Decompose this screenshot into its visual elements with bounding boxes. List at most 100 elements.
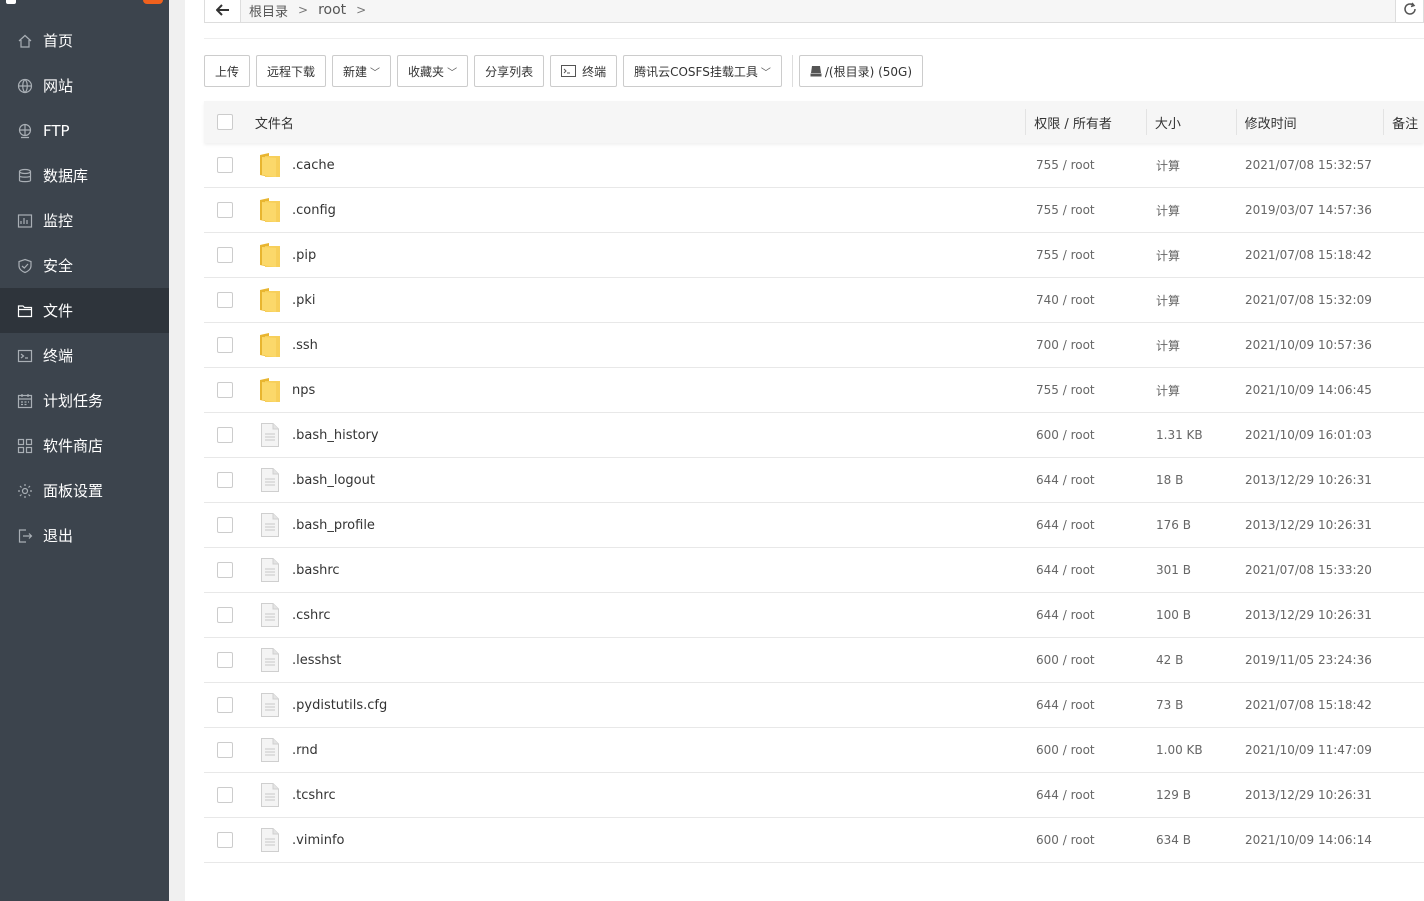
terminal-button[interactable]: 终端 <box>550 55 618 87</box>
calc-size-link[interactable]: 计算 <box>1148 202 1237 219</box>
file-perm[interactable]: 600 / root <box>1028 653 1148 667</box>
file-name[interactable]: .tcshrc <box>292 788 336 803</box>
row-checkbox[interactable] <box>217 157 233 173</box>
table-row[interactable]: .bash_profile 644 / root 176 B 2013/12/29 1… <box>204 503 1424 548</box>
cosfs-dropdown-button[interactable]: 腾讯云COSFS挂载工具 ﹀ <box>623 55 782 87</box>
row-checkbox[interactable] <box>217 292 233 308</box>
sidebar-item-1[interactable]: 网站 <box>0 63 169 108</box>
table-row[interactable]: .rnd 600 / root 1.00 KB 2021/10/09 11:47:09 <box>204 728 1424 773</box>
row-checkbox[interactable] <box>217 247 233 263</box>
file-name[interactable]: nps <box>292 383 315 398</box>
file-perm[interactable]: 644 / root <box>1028 563 1148 577</box>
table-row[interactable]: .config 755 / root 计算 2019/03/07 14:57:36 <box>204 188 1424 233</box>
refresh-button[interactable] <box>1395 0 1423 22</box>
sidebar-item-2[interactable]: FTP <box>0 108 169 153</box>
file-name[interactable]: .config <box>292 203 336 218</box>
file-perm[interactable]: 600 / root <box>1028 428 1148 442</box>
row-checkbox[interactable] <box>217 202 233 218</box>
row-checkbox[interactable] <box>217 382 233 398</box>
file-name[interactable]: .pydistutils.cfg <box>292 698 387 713</box>
select-all-checkbox[interactable] <box>216 114 233 130</box>
calc-size-link[interactable]: 计算 <box>1148 157 1237 174</box>
sidebar-item-3[interactable]: 数据库 <box>0 153 169 198</box>
row-checkbox[interactable] <box>217 742 233 758</box>
row-checkbox[interactable] <box>217 337 233 353</box>
sidebar-item-0[interactable]: 首页 <box>0 18 169 63</box>
file-name[interactable]: .ssh <box>292 338 318 353</box>
file-perm[interactable]: 644 / root <box>1028 698 1148 712</box>
breadcrumb-root-dir[interactable]: root <box>318 2 346 18</box>
row-checkbox[interactable] <box>217 652 233 668</box>
sidebar-item-5[interactable]: 安全 <box>0 243 169 288</box>
upload-button[interactable]: 上传 <box>204 55 251 87</box>
calc-size-link[interactable]: 计算 <box>1148 292 1237 309</box>
sidebar-item-10[interactable]: 面板设置 <box>0 468 169 513</box>
file-name[interactable]: .viminfo <box>292 833 344 848</box>
row-checkbox[interactable] <box>217 607 233 623</box>
table-row[interactable]: .ssh 700 / root 计算 2021/10/09 10:57:36 <box>204 323 1424 368</box>
row-checkbox[interactable] <box>217 787 233 803</box>
table-row[interactable]: .tcshrc 644 / root 129 B 2013/12/29 10:26:3… <box>204 773 1424 818</box>
disk-button[interactable]: /(根目录) (50G) <box>798 55 924 87</box>
table-row[interactable]: .cshrc 644 / root 100 B 2013/12/29 10:26:31 <box>204 593 1424 638</box>
breadcrumb-root[interactable]: 根目录 <box>249 1 288 20</box>
calc-size-link[interactable]: 计算 <box>1148 382 1237 399</box>
new-dropdown-button[interactable]: 新建 ﹀ <box>332 55 392 87</box>
file-perm[interactable]: 755 / root <box>1028 383 1148 397</box>
file-perm[interactable]: 644 / root <box>1028 518 1148 532</box>
header-mtime[interactable]: 修改时间 <box>1237 113 1384 132</box>
row-checkbox[interactable] <box>217 697 233 713</box>
favorites-dropdown-button[interactable]: 收藏夹 ﹀ <box>397 55 469 87</box>
table-row[interactable]: .viminfo 600 / root 634 B 2021/10/09 14:06:… <box>204 818 1424 863</box>
file-perm[interactable]: 740 / root <box>1028 293 1148 307</box>
remote-download-button[interactable]: 远程下载 <box>256 55 327 87</box>
table-row[interactable]: .pydistutils.cfg 644 / root 73 B 2021/07/08… <box>204 683 1424 728</box>
file-perm[interactable]: 600 / root <box>1028 743 1148 757</box>
row-checkbox[interactable] <box>217 472 233 488</box>
sidebar-item-9[interactable]: 软件商店 <box>0 423 169 468</box>
table-row[interactable]: .cache 755 / root 计算 2021/07/08 15:32:57 <box>204 143 1424 188</box>
header-size[interactable]: 大小 <box>1147 113 1236 132</box>
header-perm[interactable]: 权限 / 所有者 <box>1026 113 1146 132</box>
file-name[interactable]: .cshrc <box>292 608 331 623</box>
back-button[interactable] <box>205 0 241 22</box>
file-perm[interactable]: 600 / root <box>1028 833 1148 847</box>
file-name[interactable]: .rnd <box>292 743 318 758</box>
sidebar-item-7[interactable]: 终端 <box>0 333 169 378</box>
notification-badge[interactable] <box>143 0 163 4</box>
file-perm[interactable]: 644 / root <box>1028 473 1148 487</box>
row-checkbox[interactable] <box>217 832 233 848</box>
table-row[interactable]: .bash_history 600 / root 1.31 KB 2021/10/09… <box>204 413 1424 458</box>
row-checkbox[interactable] <box>217 427 233 443</box>
file-perm[interactable]: 755 / root <box>1028 203 1148 217</box>
share-list-button[interactable]: 分享列表 <box>474 55 545 87</box>
calc-size-link[interactable]: 计算 <box>1148 247 1237 264</box>
file-perm[interactable]: 644 / root <box>1028 608 1148 622</box>
sidebar-item-4[interactable]: 监控 <box>0 198 169 243</box>
file-perm[interactable]: 755 / root <box>1028 158 1148 172</box>
calc-size-link[interactable]: 计算 <box>1148 337 1237 354</box>
file-name[interactable]: .lesshst <box>292 653 341 668</box>
table-row[interactable]: nps 755 / root 计算 2021/10/09 14:06:45 <box>204 368 1424 413</box>
sidebar-item-8[interactable]: 计划任务 <box>0 378 169 423</box>
file-name[interactable]: .cache <box>292 158 335 173</box>
header-name[interactable]: 文件名 <box>246 113 1025 132</box>
table-row[interactable]: .bash_logout 644 / root 18 B 2013/12/29 10:… <box>204 458 1424 503</box>
table-row[interactable]: .pip 755 / root 计算 2021/07/08 15:18:42 <box>204 233 1424 278</box>
table-row[interactable]: .bashrc 644 / root 301 B 2021/07/08 15:33:2… <box>204 548 1424 593</box>
file-name[interactable]: .bash_logout <box>292 473 375 488</box>
row-checkbox[interactable] <box>217 517 233 533</box>
table-row[interactable]: .lesshst 600 / root 42 B 2019/11/05 23:24:3… <box>204 638 1424 683</box>
row-checkbox[interactable] <box>217 562 233 578</box>
file-name[interactable]: .bashrc <box>292 563 340 578</box>
file-name[interactable]: .bash_history <box>292 428 379 443</box>
file-perm[interactable]: 700 / root <box>1028 338 1148 352</box>
file-name[interactable]: .bash_profile <box>292 518 375 533</box>
file-name[interactable]: .pip <box>292 248 316 263</box>
sidebar-item-11[interactable]: 退出 <box>0 513 169 558</box>
file-perm[interactable]: 755 / root <box>1028 248 1148 262</box>
sidebar-item-6[interactable]: 文件 <box>0 288 169 333</box>
file-perm[interactable]: 644 / root <box>1028 788 1148 802</box>
file-name[interactable]: .pki <box>292 293 316 308</box>
table-row[interactable]: .pki 740 / root 计算 2021/07/08 15:32:09 <box>204 278 1424 323</box>
